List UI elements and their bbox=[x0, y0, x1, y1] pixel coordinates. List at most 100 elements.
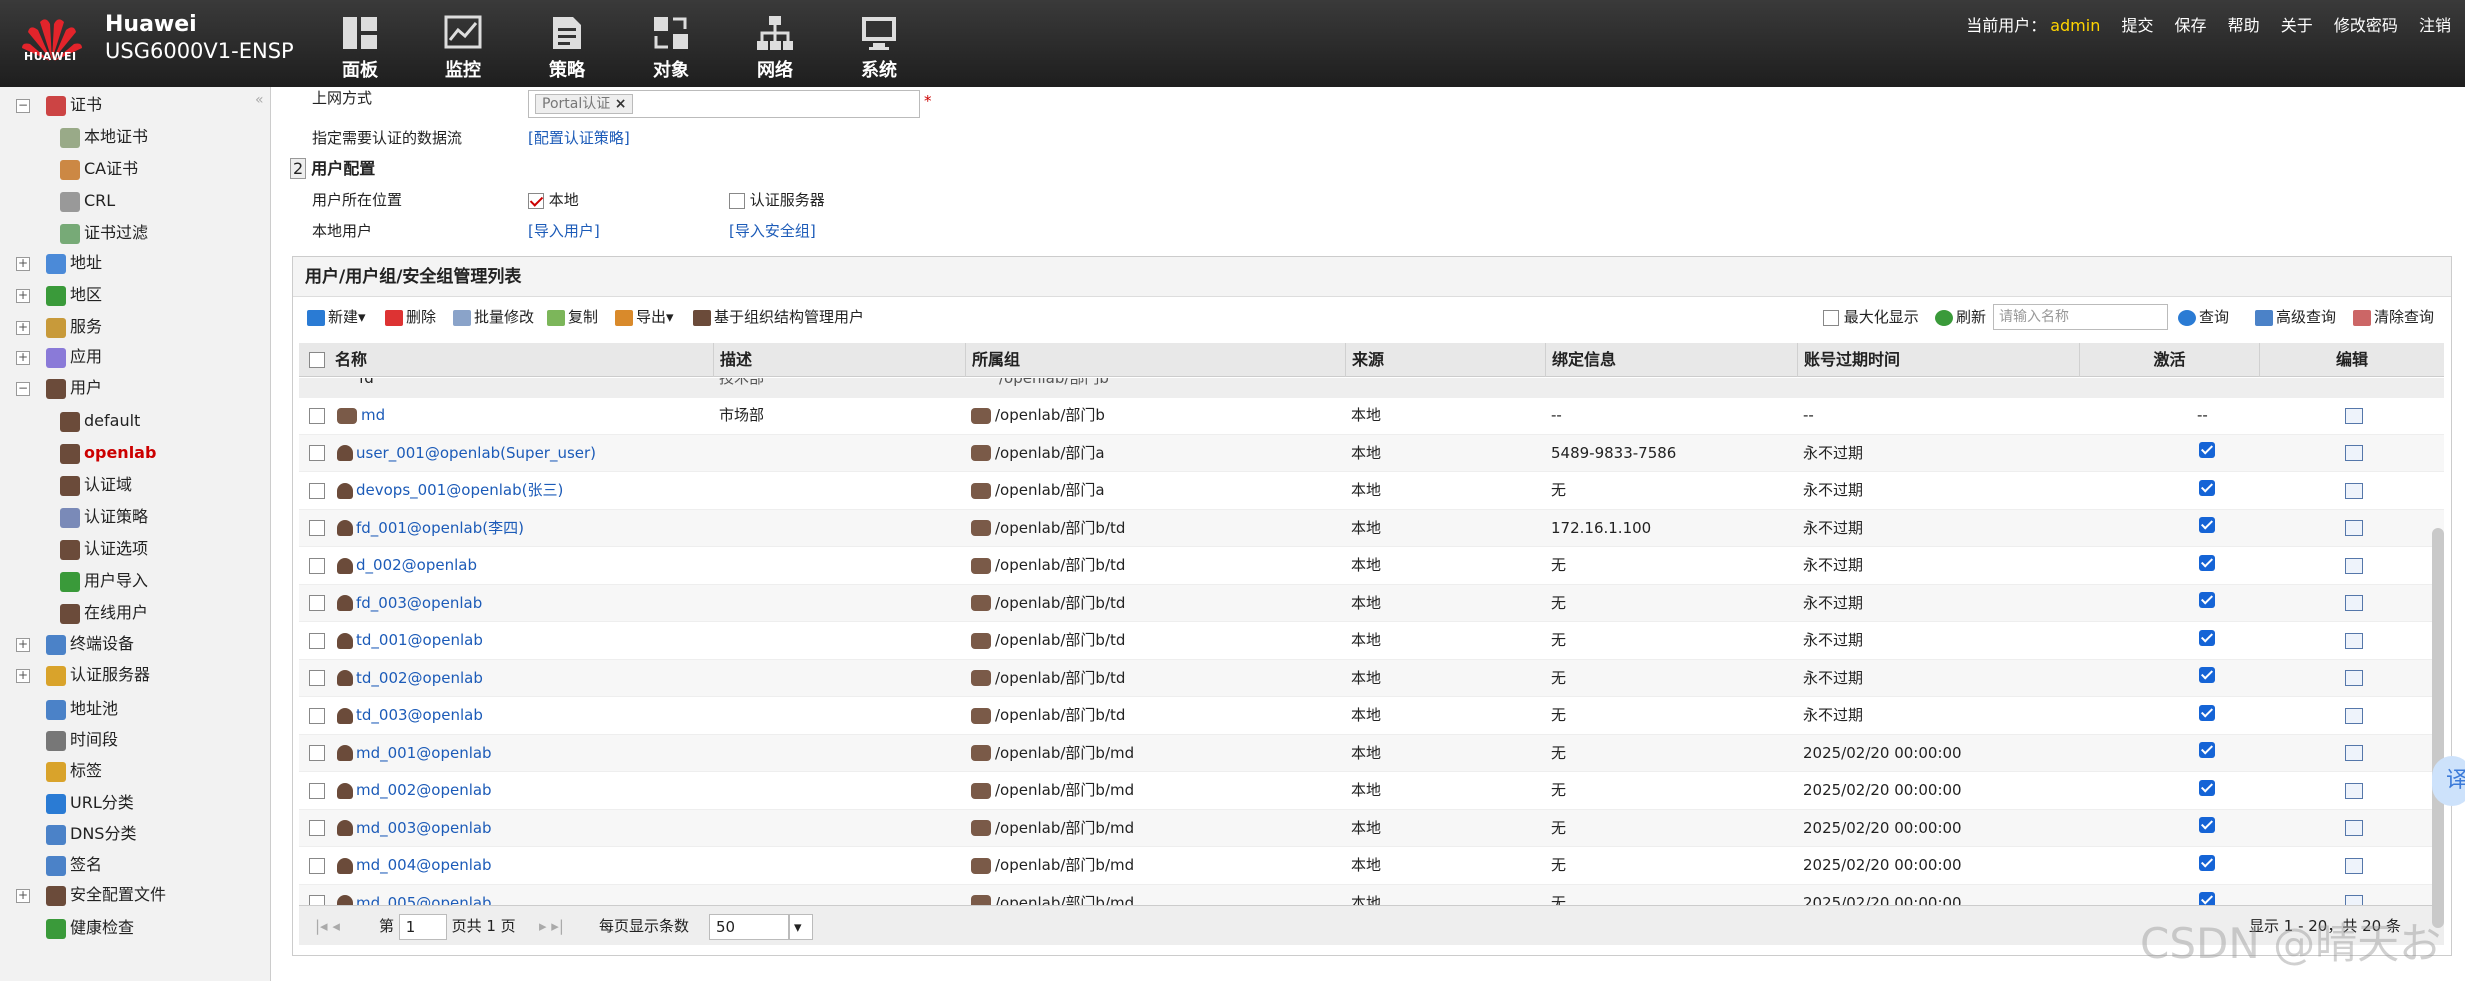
row-checkbox[interactable] bbox=[309, 482, 325, 499]
active-checkbox[interactable] bbox=[2199, 742, 2215, 758]
column-header-4[interactable]: 绑定信息 bbox=[1545, 343, 1797, 377]
sidebar-item-24[interactable]: 签名 bbox=[46, 852, 102, 878]
active-checkbox[interactable] bbox=[2199, 479, 2215, 496]
user-name-link[interactable]: td_003@openlab bbox=[356, 706, 483, 724]
row-checkbox[interactable] bbox=[309, 707, 325, 724]
row-checkbox[interactable] bbox=[309, 670, 325, 686]
translate-float-button[interactable]: 译 bbox=[2432, 756, 2465, 806]
table-row[interactable]: td_002@openlab/openlab/部门b/td 本地 无 永不过期 bbox=[299, 659, 2444, 697]
table-row[interactable]: td_001@openlab/openlab/部门b/td 本地 无 永不过期 bbox=[299, 622, 2444, 660]
expand-toggle-icon[interactable]: + bbox=[16, 321, 30, 335]
about-link[interactable]: 关于 bbox=[2281, 16, 2313, 35]
sidebar-item-21[interactable]: 标签 bbox=[46, 758, 102, 784]
location-local-option[interactable]: 本地 bbox=[528, 189, 579, 210]
user-name-link[interactable]: fd_001@openlab(李四) bbox=[356, 519, 524, 537]
import-security-groups-link[interactable]: [导入安全组] bbox=[729, 220, 816, 241]
collapse-toggle-icon[interactable]: − bbox=[16, 382, 30, 396]
user-name-link[interactable]: td_002@openlab bbox=[356, 669, 483, 687]
user-name-link[interactable]: md_001@openlab bbox=[356, 744, 492, 762]
table-row[interactable]: md_002@openlab/openlab/部门b/md 本地 无 2025/02/… bbox=[299, 772, 2444, 810]
clear-query-button[interactable]: 清除查询 bbox=[2353, 298, 2434, 336]
table-row[interactable]: md 市场部/openlab/部门b 本地 -- -- -- bbox=[299, 397, 2444, 435]
sidebar-item-25[interactable]: 安全配置文件 bbox=[46, 882, 166, 908]
row-checkbox[interactable] bbox=[309, 857, 325, 874]
edit-icon[interactable] bbox=[2345, 857, 2363, 874]
user-name-link[interactable]: fd_003@openlab bbox=[356, 594, 482, 612]
sidebar-item-5[interactable]: 地址 bbox=[46, 250, 102, 276]
new-button[interactable]: 新建▾ bbox=[307, 298, 366, 336]
active-checkbox[interactable] bbox=[2199, 704, 2215, 721]
sidebar-item-0[interactable]: 证书 bbox=[46, 92, 102, 118]
local-checkbox[interactable] bbox=[528, 192, 544, 209]
sidebar-item-14[interactable]: 认证选项 bbox=[60, 536, 148, 562]
row-checkbox[interactable] bbox=[309, 520, 325, 536]
column-header-5[interactable]: 账号过期时间 bbox=[1797, 343, 2079, 377]
collapse-toggle-icon[interactable]: − bbox=[16, 99, 30, 113]
remove-tag-icon[interactable]: × bbox=[615, 96, 627, 112]
edit-icon[interactable] bbox=[2345, 595, 2363, 611]
page-number-input[interactable]: 1 bbox=[398, 913, 447, 940]
export-button[interactable]: 导出▾ bbox=[615, 298, 674, 336]
edit-icon[interactable] bbox=[2345, 520, 2363, 536]
nav-monitor[interactable]: 监控 bbox=[418, 14, 508, 82]
user-name-link[interactable]: user_001@openlab(Super_user) bbox=[356, 444, 596, 462]
config-auth-policy-link[interactable]: [配置认证策略] bbox=[528, 127, 630, 148]
table-row[interactable]: devops_001@openlab(张三) /openlab/部门a 本地 无 永不过… bbox=[299, 472, 2444, 510]
user-name-link[interactable]: md_004@openlab bbox=[356, 856, 492, 874]
sidebar-item-26[interactable]: 健康检查 bbox=[46, 915, 134, 941]
table-row[interactable]: d_002@openlab/openlab/部门b/td 本地 无 永不过期 bbox=[299, 547, 2444, 585]
sidebar-item-11[interactable]: openlab bbox=[60, 440, 156, 466]
access-method-input[interactable]: Portal认证 × bbox=[528, 90, 920, 118]
table-row[interactable]: user_001@openlab(Super_user) /openlab/部门a… bbox=[299, 434, 2444, 472]
maximize-checkbox[interactable] bbox=[1823, 309, 1839, 326]
table-row[interactable]: md_003@openlab/openlab/部门b/md 本地 无 2025/02/… bbox=[299, 809, 2444, 847]
user-name-link[interactable]: d_002@openlab bbox=[356, 556, 477, 574]
table-row[interactable]: td_003@openlab/openlab/部门b/td 本地 无 永不过期 bbox=[299, 697, 2444, 735]
sidebar-item-23[interactable]: DNS分类 bbox=[46, 821, 136, 847]
sidebar-item-19[interactable]: 地址池 bbox=[46, 696, 118, 722]
sidebar-item-20[interactable]: 时间段 bbox=[46, 727, 118, 753]
table-row[interactable]: fd_001@openlab(李四) /openlab/部门b/td 本地 172.1… bbox=[299, 509, 2444, 547]
active-checkbox[interactable] bbox=[2199, 817, 2215, 833]
expand-toggle-icon[interactable]: + bbox=[16, 351, 30, 365]
edit-icon[interactable] bbox=[2345, 632, 2363, 649]
edit-icon[interactable] bbox=[2345, 445, 2363, 461]
import-users-link[interactable]: [导入用户] bbox=[528, 220, 600, 241]
row-checkbox[interactable] bbox=[309, 745, 325, 761]
edit-icon[interactable] bbox=[2345, 745, 2363, 761]
name-search-input[interactable]: 请输入名称 bbox=[1993, 304, 2168, 330]
advanced-query-button[interactable]: 高级查询 bbox=[2255, 298, 2336, 336]
maximize-toggle[interactable]: 最大化显示 bbox=[1823, 298, 1919, 336]
sidebar-item-2[interactable]: CA证书 bbox=[60, 156, 138, 182]
sidebar-item-9[interactable]: 用户 bbox=[46, 375, 102, 401]
table-row[interactable]: fd_003@openlab/openlab/部门b/td 本地 无 永不过期 bbox=[299, 584, 2444, 622]
expand-toggle-icon[interactable]: + bbox=[16, 638, 30, 652]
batch-edit-button[interactable]: 批量修改 bbox=[453, 298, 534, 336]
column-header-3[interactable]: 来源 bbox=[1345, 343, 1545, 377]
user-name-link[interactable]: md bbox=[361, 406, 385, 424]
sidebar-item-12[interactable]: 认证域 bbox=[60, 472, 132, 498]
vertical-scrollbar[interactable] bbox=[2432, 528, 2444, 928]
per-page-select[interactable]: 50 ▾ bbox=[709, 906, 813, 946]
nav-dashboard[interactable]: 面板 bbox=[315, 14, 405, 82]
nav-network[interactable]: 网络 bbox=[730, 14, 820, 82]
refresh-button[interactable]: 刷新 bbox=[1935, 298, 1986, 336]
first-page-button[interactable]: |◂ ◂ bbox=[315, 906, 340, 946]
user-name-link[interactable]: md_002@openlab bbox=[356, 781, 492, 799]
sidebar-item-18[interactable]: 认证服务器 bbox=[46, 662, 150, 688]
active-checkbox[interactable] bbox=[2199, 854, 2215, 871]
query-button[interactable]: 查询 bbox=[2178, 298, 2229, 336]
logout-link[interactable]: 注销 bbox=[2419, 16, 2451, 35]
sidebar-item-6[interactable]: 地区 bbox=[46, 282, 102, 308]
sidebar-item-1[interactable]: 本地证书 bbox=[60, 124, 148, 150]
sidebar-item-8[interactable]: 应用 bbox=[46, 344, 102, 370]
sidebar-item-13[interactable]: 认证策略 bbox=[60, 504, 148, 530]
column-header-7[interactable]: 编辑 bbox=[2259, 343, 2444, 377]
user-name-link[interactable]: td_001@openlab bbox=[356, 631, 483, 649]
table-row-partial[interactable]: fd 技术部/openlab/部门b bbox=[299, 378, 2444, 398]
nav-system[interactable]: 系统 bbox=[834, 14, 924, 82]
select-all-checkbox[interactable] bbox=[309, 352, 325, 368]
row-checkbox[interactable] bbox=[309, 595, 325, 611]
location-server-option[interactable]: 认证服务器 bbox=[729, 189, 825, 210]
user-name-link[interactable]: md_003@openlab bbox=[356, 819, 492, 837]
